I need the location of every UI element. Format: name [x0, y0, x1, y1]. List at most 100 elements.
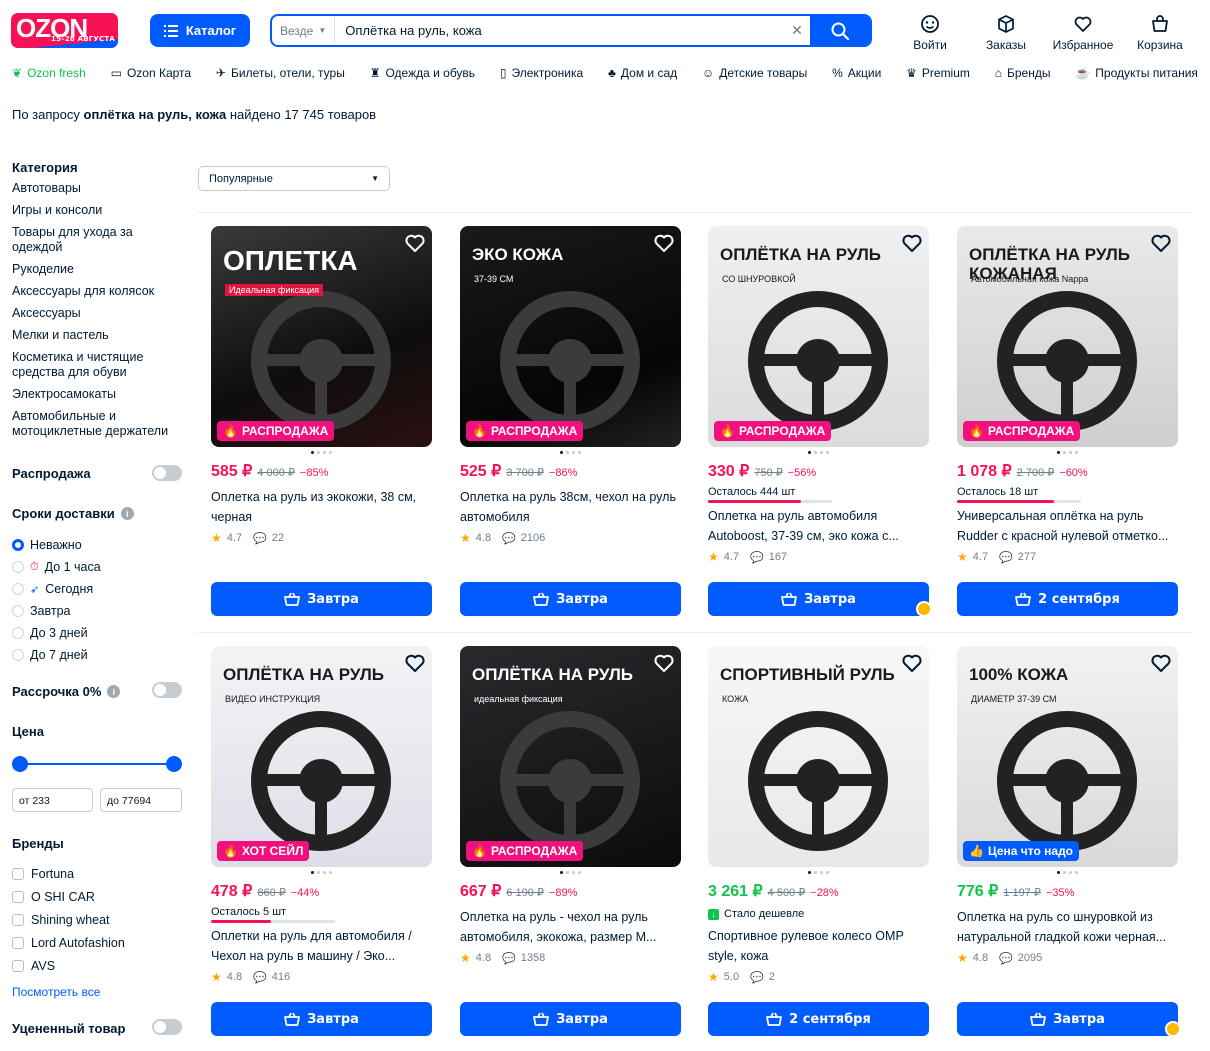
price-to-input[interactable]: до 77694 [100, 788, 182, 812]
product-image[interactable]: ОПЛЁТКА НА РУЛЬ СО ШНУРОВКОЙ 🔥 РАСПРОДАЖА [708, 226, 929, 447]
product-card[interactable]: ОПЛЁТКА НА РУЛЬ КОЖАНАЯ Автомобильная кож… [957, 226, 1178, 564]
category-item[interactable]: Автотовары [12, 181, 184, 196]
favorite-heart-icon[interactable] [653, 652, 675, 674]
product-card[interactable]: 100% КОЖА ДИАМЕТР 37-39 СМ 👍 Цена что надо 7… [957, 646, 1178, 965]
nav-ozon-fresh[interactable]: ❦ Ozon fresh [12, 66, 86, 80]
nav-electronics[interactable]: ▯ Электроника [500, 66, 583, 80]
product-card[interactable]: ОПЛЁТКА НА РУЛЬ идеальная фиксация 🔥 РАСПРО… [460, 646, 681, 965]
category-item[interactable]: Аксессуары [12, 306, 184, 321]
nav-ozon-card[interactable]: ▭ Ozon Карта [111, 66, 191, 80]
discounted-toggle[interactable] [152, 1019, 182, 1035]
radio-button[interactable] [12, 561, 24, 573]
product-title[interactable]: Оплетка на руль 38см, чехол на руль авто… [460, 487, 681, 527]
product-image[interactable]: 100% КОЖА ДИАМЕТР 37-39 СМ 👍 Цена что надо [957, 646, 1178, 867]
nav-home-garden[interactable]: ♣ Дом и сад [608, 66, 677, 80]
delivery-option[interactable]: ➶ Сегодня [12, 581, 101, 597]
radio-button[interactable] [12, 539, 24, 551]
sort-select[interactable]: Популярные ▼ [198, 166, 390, 191]
info-icon[interactable]: i [120, 507, 134, 520]
product-title[interactable]: Оплетка на руль со шнуровкой из натураль… [957, 907, 1178, 947]
sale-toggle[interactable] [152, 465, 182, 481]
info-icon[interactable]: i [107, 685, 121, 698]
search-input[interactable]: Оплётка на руль, кожа [335, 23, 784, 38]
checkbox[interactable] [12, 960, 24, 972]
favorite-heart-icon[interactable] [404, 652, 426, 674]
delivery-option[interactable]: Завтра [12, 603, 101, 619]
product-image[interactable]: ОПЛЕТКА Идеальная фиксация 🔥 РАСПРОДАЖА [211, 226, 432, 447]
product-image[interactable]: ОПЛЁТКА НА РУЛЬ ВИДЕО ИНСТРУКЦИЯ 🔥 ХОТ СЕЙЛ [211, 646, 432, 867]
favorite-heart-icon[interactable] [1150, 652, 1172, 674]
radio-button[interactable] [12, 649, 24, 661]
brand-option[interactable]: Shining wheat [12, 912, 125, 928]
brand-option[interactable]: Fortuna [12, 866, 125, 882]
radio-button[interactable] [12, 583, 24, 595]
price-slider-max-handle[interactable] [166, 756, 182, 772]
installment-toggle[interactable] [152, 682, 182, 698]
product-title[interactable]: Оплетка на руль из экокожи, 38 см, черна… [211, 487, 432, 527]
product-title[interactable]: Универсальная оплётка на руль Rudder с к… [957, 506, 1178, 546]
checkbox[interactable] [12, 868, 24, 880]
nav-kids[interactable]: ☺ Детские товары [702, 66, 807, 80]
delivery-option[interactable]: До 3 дней [12, 625, 101, 641]
category-item[interactable]: Косметика и чистящие средства для обуви [12, 350, 184, 380]
product-image[interactable]: ЭКО КОЖА 37-39 СМ 🔥 РАСПРОДАЖА [460, 226, 681, 447]
product-card[interactable]: ЭКО КОЖА 37-39 СМ 🔥 РАСПРОДАЖА 525 ₽ 3 700 ₽ −… [460, 226, 681, 545]
cart-button[interactable]: Корзина [1124, 14, 1196, 52]
product-image[interactable]: ОПЛЁТКА НА РУЛЬ идеальная фиксация 🔥 РАСПРО… [460, 646, 681, 867]
category-item[interactable]: Товары для ухода за одеждой [12, 225, 184, 255]
orders-button[interactable]: Заказы [970, 14, 1042, 52]
favorite-heart-icon[interactable] [1150, 232, 1172, 254]
category-item[interactable]: Автомобильные и мотоциклетные держатели [12, 409, 184, 439]
search-scope-select[interactable]: Везде ▼ [272, 16, 336, 45]
nav-food[interactable]: ☕ Продукты питания [1075, 66, 1198, 80]
category-item[interactable]: Рукоделие [12, 262, 184, 277]
delivery-button[interactable]: Завтра [460, 1002, 681, 1036]
see-all-brands-link[interactable]: Посмотреть все [12, 985, 100, 999]
delivery-button[interactable]: Завтра [957, 1002, 1178, 1036]
login-button[interactable]: Войти [894, 14, 966, 52]
nav-clothes[interactable]: ♜ Одежда и обувь [370, 66, 475, 80]
radio-button[interactable] [12, 605, 24, 617]
clear-icon[interactable]: ✕ [784, 23, 810, 39]
nav-promo[interactable]: % Акции [832, 66, 881, 80]
product-card[interactable]: ОПЛЁТКА НА РУЛЬ ВИДЕО ИНСТРУКЦИЯ 🔥 ХОТ СЕЙЛ… [211, 646, 432, 984]
delivery-button[interactable]: Завтра [708, 582, 929, 616]
brand-option[interactable]: Lord Autofashion [12, 935, 125, 951]
delivery-button[interactable]: Завтра [211, 1002, 432, 1036]
price-slider-min-handle[interactable] [12, 756, 28, 772]
favorite-heart-icon[interactable] [901, 232, 923, 254]
delivery-button[interactable]: Завтра [211, 582, 432, 616]
brand-option[interactable]: AVS [12, 958, 125, 974]
delivery-option[interactable]: ⏱ До 1 часа [12, 559, 101, 575]
nav-premium[interactable]: ♛ Premium [906, 66, 970, 80]
category-item[interactable]: Игры и консоли [12, 203, 184, 218]
radio-button[interactable] [12, 627, 24, 639]
product-image[interactable]: СПОРТИВНЫЙ РУЛЬ КОЖА [708, 646, 929, 867]
delivery-option[interactable]: До 7 дней [12, 647, 101, 663]
delivery-button[interactable]: 2 сентября [708, 1002, 929, 1036]
search-button[interactable] [810, 16, 870, 45]
delivery-button[interactable]: 2 сентября [957, 582, 1178, 616]
catalog-button[interactable]: Каталог [150, 14, 250, 47]
category-item[interactable]: Электросамокаты [12, 387, 184, 402]
product-card[interactable]: ОПЛЕТКА Идеальная фиксация 🔥 РАСПРОДАЖА 585 … [211, 226, 432, 545]
product-card[interactable]: ОПЛЁТКА НА РУЛЬ СО ШНУРОВКОЙ 🔥 РАСПРОДАЖА 33… [708, 226, 929, 564]
product-title[interactable]: Оплетка на руль - чехол на руль автомоби… [460, 907, 681, 947]
product-card[interactable]: СПОРТИВНЫЙ РУЛЬ КОЖА 3 261 ₽ 4 500 ₽ −28% ↓ Ст… [708, 646, 929, 984]
delivery-button[interactable]: Завтра [460, 582, 681, 616]
category-item[interactable]: Аксессуары для колясок [12, 284, 184, 299]
product-title[interactable]: Оплетка на руль автомобиля Autoboost, 37… [708, 506, 929, 546]
brand-option[interactable]: O SHI CAR [12, 889, 125, 905]
checkbox[interactable] [12, 891, 24, 903]
favorites-button[interactable]: Избранное [1047, 14, 1119, 52]
product-image[interactable]: ОПЛЁТКА НА РУЛЬ КОЖАНАЯ Автомобильная кож… [957, 226, 1178, 447]
price-from-input[interactable]: от 233 [12, 788, 93, 812]
delivery-option[interactable]: Неважно [12, 537, 101, 553]
favorite-heart-icon[interactable] [404, 232, 426, 254]
ozon-logo[interactable]: OZON 15–28 АВГУСТА [11, 13, 118, 48]
nav-brands[interactable]: ⌂ Бренды [995, 66, 1051, 80]
product-title[interactable]: Оплетки на руль для автомобиля / Чехол н… [211, 926, 432, 966]
checkbox[interactable] [12, 914, 24, 926]
checkbox[interactable] [12, 937, 24, 949]
nav-tickets[interactable]: ✈ Билеты, отели, туры [216, 66, 345, 80]
